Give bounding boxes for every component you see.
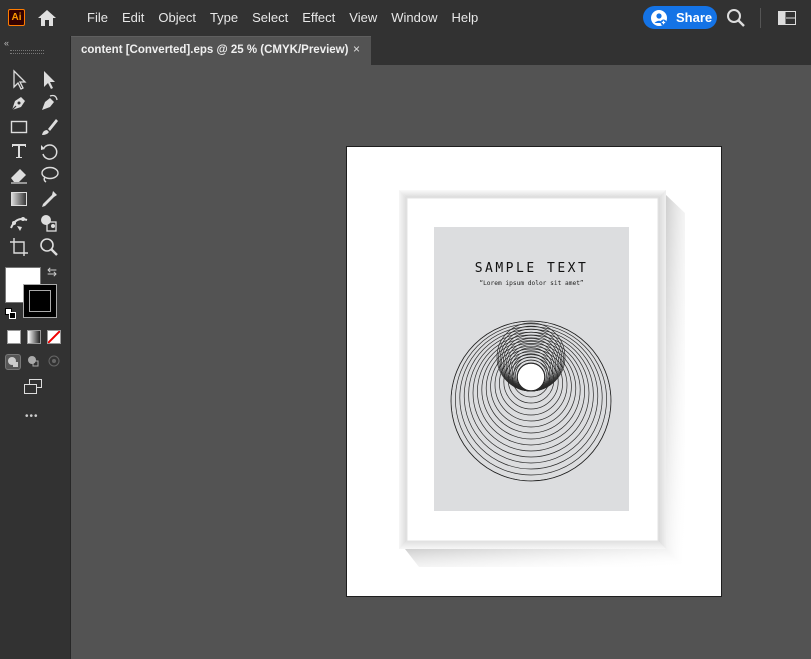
- menu-view[interactable]: View: [342, 0, 384, 36]
- share-label: Share: [676, 10, 713, 25]
- menu-bar: Ai File Edit Object Type Select Effect V…: [0, 0, 811, 37]
- close-icon[interactable]: ×: [353, 42, 360, 56]
- panel-grip[interactable]: [10, 50, 44, 54]
- zoom-tool-icon[interactable]: [38, 236, 60, 258]
- document-tab-title: content [Converted].eps @ 25 % (CMYK/Pre…: [81, 44, 349, 56]
- stroke-color-swatch[interactable]: [23, 284, 57, 318]
- document-tab[interactable]: content [Converted].eps @ 25 % (CMYK/Pre…: [71, 36, 371, 65]
- direct-selection-tool-icon[interactable]: [38, 68, 60, 90]
- gradient-mode-icon[interactable]: [27, 330, 41, 344]
- menu-divider: [760, 8, 761, 28]
- menu-window[interactable]: Window: [384, 0, 444, 36]
- menu-file[interactable]: File: [80, 0, 115, 36]
- menu-effect[interactable]: Effect: [295, 0, 342, 36]
- frame-top-bevel: [399, 190, 666, 198]
- poster-heading: SAMPLE TEXT: [475, 261, 589, 276]
- frame-left-bevel: [399, 190, 407, 549]
- rectangle-tool-icon[interactable]: [8, 116, 30, 138]
- tools-panel: « ⇆ •••: [0, 36, 71, 659]
- frame-shadow-right: [666, 195, 685, 567]
- screen-mode-icon[interactable]: [22, 376, 44, 398]
- share-button[interactable]: Share: [643, 6, 717, 29]
- type-tool-icon[interactable]: [8, 140, 30, 162]
- collapse-panel-icon[interactable]: «: [4, 38, 9, 48]
- poster-subheading: “Lorem ipsum dolor sit amet”: [479, 280, 584, 287]
- pen-tool-icon[interactable]: [8, 92, 30, 114]
- artboard-tool-icon[interactable]: [8, 236, 30, 258]
- draw-normal-icon[interactable]: [5, 354, 21, 370]
- draw-inside-icon[interactable]: [47, 354, 61, 368]
- color-mode-icon[interactable]: [7, 330, 21, 344]
- search-icon[interactable]: [726, 8, 746, 28]
- menu-select[interactable]: Select: [245, 0, 295, 36]
- eyedropper-tool-icon[interactable]: [38, 188, 60, 210]
- shape-builder-tool-icon[interactable]: [38, 212, 60, 234]
- artwork: SAMPLE TEXT “Lorem ipsum dolor sit amet”: [399, 190, 685, 567]
- swap-fill-stroke-icon[interactable]: ⇆: [47, 265, 57, 279]
- main-menu: File Edit Object Type Select Effect View…: [80, 0, 485, 36]
- app-logo: Ai: [8, 9, 25, 26]
- frame-right-bevel: [658, 190, 666, 549]
- puppet-warp-tool-icon[interactable]: [8, 212, 30, 234]
- add-person-icon: [651, 9, 667, 26]
- eraser-tool-icon[interactable]: [8, 164, 30, 186]
- more-tools-icon[interactable]: •••: [25, 411, 39, 422]
- menu-type[interactable]: Type: [203, 0, 245, 36]
- rotate-tool-icon[interactable]: [38, 140, 60, 162]
- paintbrush-tool-icon[interactable]: [38, 116, 60, 138]
- menu-edit[interactable]: Edit: [115, 0, 151, 36]
- menu-help[interactable]: Help: [444, 0, 485, 36]
- selection-tool-icon[interactable]: [8, 68, 30, 90]
- center-dot: [517, 363, 545, 391]
- default-colors-icon[interactable]: [5, 306, 16, 319]
- frame-shadow-bottom: [405, 549, 685, 567]
- lasso-tool-icon[interactable]: [38, 164, 60, 186]
- gradient-tool-icon[interactable]: [8, 188, 30, 210]
- workspace-icon[interactable]: [778, 11, 796, 25]
- home-icon[interactable]: [36, 8, 58, 28]
- none-mode-icon[interactable]: [47, 330, 61, 344]
- curvature-tool-icon[interactable]: [38, 92, 60, 114]
- document-tab-bar: content [Converted].eps @ 25 % (CMYK/Pre…: [71, 36, 811, 65]
- artboard[interactable]: SAMPLE TEXT “Lorem ipsum dolor sit amet”: [346, 146, 722, 597]
- menu-object[interactable]: Object: [151, 0, 203, 36]
- frame-bottom-bevel: [399, 541, 666, 549]
- draw-behind-icon[interactable]: [26, 354, 40, 368]
